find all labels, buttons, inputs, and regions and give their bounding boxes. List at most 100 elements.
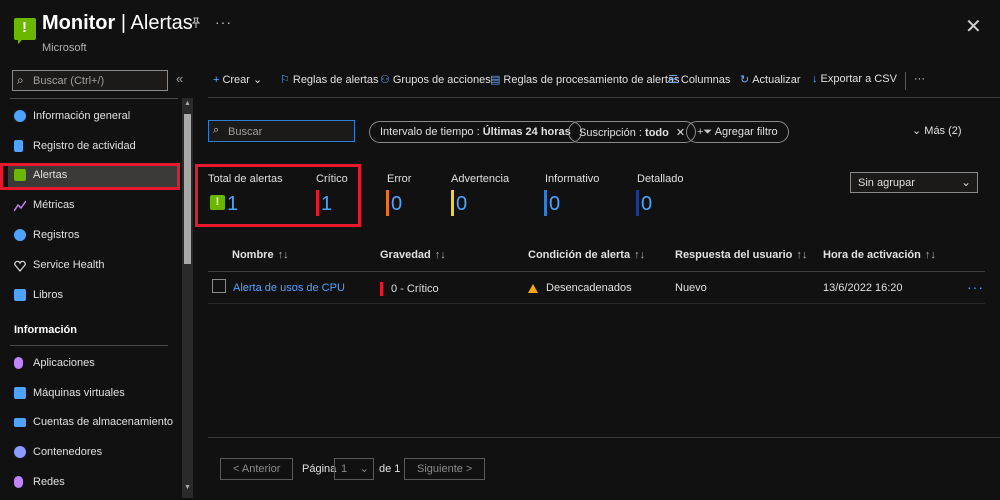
sort-icon: ↑↓ [924,249,936,261]
plus-icon: + [213,74,220,86]
sidebar-item-libros[interactable]: Libros [8,283,178,307]
close-button[interactable]: ✕ [965,14,982,39]
column-header-gravedad[interactable]: Gravedad ↑↓ [380,249,446,261]
heart-icon [14,259,26,272]
alert-rules-button[interactable]: ⚐ Reglas de alertas [280,73,378,86]
subscription-filter[interactable]: Suscripción : todo ✕ [568,121,697,143]
column-header-nombre[interactable]: Nombre ↑↓ [232,249,289,261]
critical-severity-bar [380,282,383,296]
header: Monitor | Alertas Microsoft ··· ✕ [0,0,1000,62]
sidebar-item-redes[interactable]: Redes [8,470,178,494]
processing-rule-icon: ▤ [490,74,501,86]
error-label: Error [387,173,412,185]
page-subtitle: Microsoft [42,42,87,54]
sidebar-item-service-health[interactable]: Service Health [8,253,178,277]
fired-time-cell: 13/6/2022 16:20 [823,282,903,294]
columns-icon: ☰ [668,74,678,86]
scroll-down-icon[interactable]: ▼ [184,484,191,491]
table-header-divider [208,271,985,272]
sidebar-item-registro-actividad[interactable]: Registro de actividad [8,134,178,158]
column-header-hora[interactable]: Hora de activación ↑↓ [823,249,936,261]
gauge-icon [14,110,26,122]
divider [10,345,168,346]
sidebar-scrollbar[interactable]: ▲ ▼ [182,98,193,498]
highlight-box-alertas [0,163,180,190]
highlight-box-summary [195,164,361,227]
chevron-down-icon: ⌄ [960,175,971,189]
previous-page-button[interactable]: < Anterior [220,458,294,480]
more-filters-button[interactable]: ⌄ Más (2) [912,124,962,137]
chevron-down-icon: ⌄ [253,74,263,86]
create-button[interactable]: + Crear ⌄ [213,73,262,86]
chevron-down-icon: ⌄ [912,125,922,137]
bulb-icon [14,357,23,369]
toolbar: + Crear ⌄ ⚐ Reglas de alertas ⚇ Grupos de a… [200,68,1000,94]
sidebar-item-cuentas-almacenamiento[interactable]: Cuentas de almacenamiento [8,410,178,434]
scrollbar-thumb[interactable] [184,114,191,264]
columns-button[interactable]: ☰ Columnas [668,73,730,86]
sort-icon: ↑↓ [277,249,289,261]
warning-value[interactable]: 0 [452,192,467,216]
add-filter-icon: +⏷ [697,126,713,138]
page-select[interactable]: 1 ⌄ [334,458,374,480]
chevron-down-icon: ⌄ [359,463,369,475]
sort-icon: ↑↓ [434,249,446,261]
sidebar-item-contenedores[interactable]: Contenedores [8,440,178,464]
page-title: Monitor | Alertas [42,12,193,34]
column-header-respuesta[interactable]: Respuesta del usuario ↑↓ [675,249,807,261]
time-range-filter[interactable]: Intervalo de tiempo : Últimas 24 horas [369,121,582,143]
processing-rules-button[interactable]: ▤ Reglas de procesamiento de alertas [490,73,680,86]
user-response-cell: Nuevo [675,282,707,294]
alerts-search-input[interactable]: ⌕ Buscar [208,120,355,142]
network-icon [14,476,23,488]
alert-name-link[interactable]: Alerta de usos de CPU [233,282,345,294]
warning-label: Advertencia [451,173,510,185]
sidebar-search-input[interactable]: ⌕ Buscar (Ctrl+/) [12,70,168,91]
warning-triangle-icon [528,284,538,293]
refresh-button[interactable]: ↻ Actualizar [740,73,801,86]
verbose-label: Detallado [637,173,684,185]
page-total-label: de 1 [379,463,401,475]
vm-icon [14,387,26,399]
export-csv-button[interactable]: ↓ Exportar a CSV [812,73,897,85]
error-value[interactable]: 0 [387,192,402,216]
sort-icon: ↑↓ [634,249,646,261]
divider [10,98,178,99]
close-icon[interactable]: ✕ [676,127,685,139]
action-groups-button[interactable]: ⚇ Grupos de acciones [380,73,491,86]
informational-label: Informativo [545,173,600,185]
log-icon [14,140,23,152]
row-more-button[interactable]: ··· [967,279,984,295]
containers-icon [14,446,26,458]
divider [208,437,1000,438]
scroll-up-icon[interactable]: ▲ [184,100,191,107]
next-page-button[interactable]: Siguiente > [404,458,486,480]
alert-rule-icon: ⚐ [280,74,290,86]
severity-cell: 0 - Crítico [380,282,439,296]
logs-icon [14,229,26,241]
column-header-condicion[interactable]: Condición de alerta ↑↓ [528,249,645,261]
more-options-button[interactable]: ··· [215,14,232,30]
sidebar-item-informacion-general[interactable]: Información general [8,104,178,128]
verbose-value[interactable]: 0 [637,192,652,216]
sidebar-item-registros[interactable]: Registros [8,223,178,247]
sidebar-item-maquinas-virtuales[interactable]: Máquinas virtuales [8,381,178,405]
sidebar: ⌕ Buscar (Ctrl+/) « Información general … [0,62,196,500]
group-by-select[interactable]: Sin agrupar ⌄ [850,172,978,193]
metrics-icon [13,199,27,212]
download-icon: ↓ [812,73,818,85]
add-filter-button[interactable]: +⏷ Agregar filtro [686,121,789,143]
toolbar-more-button[interactable]: ··· [914,73,925,85]
collapse-sidebar-button[interactable]: « [176,71,183,86]
pin-icon[interactable] [190,16,202,32]
sort-icon: ↑↓ [796,249,808,261]
sidebar-item-metricas[interactable]: Métricas [8,193,178,217]
divider [208,97,1000,98]
row-checkbox[interactable] [212,279,226,293]
sidebar-item-aplicaciones[interactable]: Aplicaciones [8,351,178,375]
action-group-icon: ⚇ [380,74,390,86]
section-title-informacion: Información [14,324,77,336]
search-icon: ⌕ [213,124,220,136]
refresh-icon: ↻ [740,74,750,86]
informational-value[interactable]: 0 [545,192,560,216]
